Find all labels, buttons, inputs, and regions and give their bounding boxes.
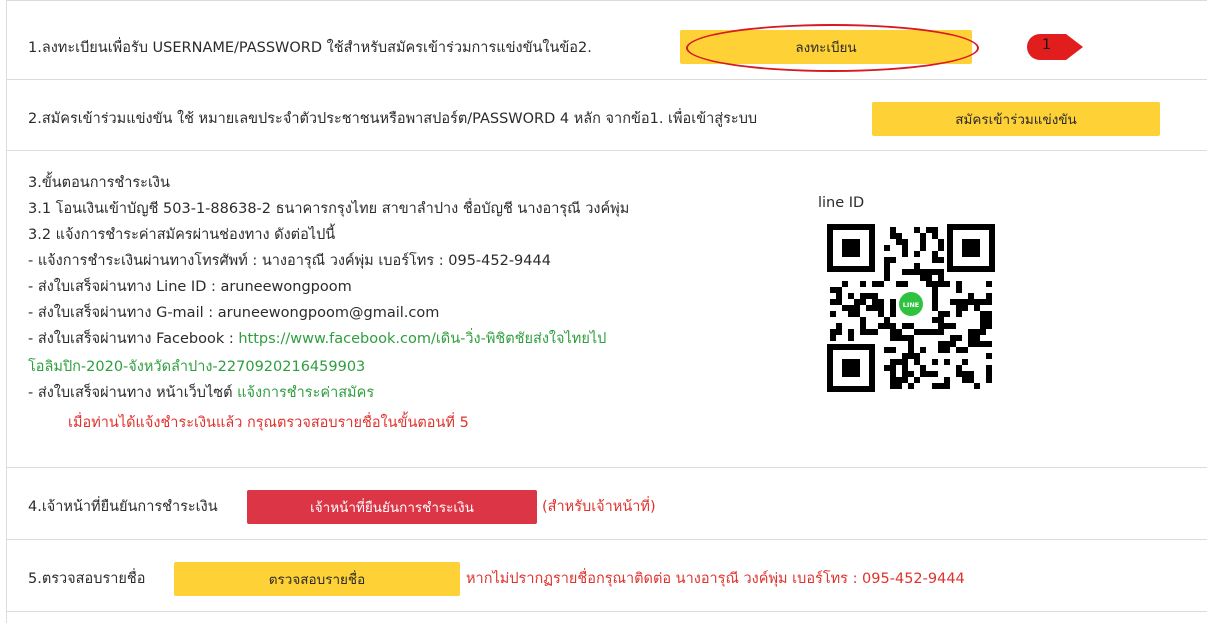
website-row: - ส่งใบเสร็จผ่านทาง หน้าเว็บไซต์ แจ้งการ… (28, 381, 374, 404)
annotation-ellipse (686, 24, 979, 72)
step5-row: 5.ตรวจสอบรายชื่อ ตรวจสอบรายชื่อ หากไม่ปร… (6, 540, 1207, 612)
line-id-text: - ส่งใบเสร็จผ่านทาง Line ID : aruneewong… (28, 279, 352, 295)
contact-note: หากไม่ปรากฏรายชื่อกรุณาติดต่อ นางอารุณี … (466, 571, 965, 587)
bank-account-text: 3.1 โอนเงินเข้าบัญชี 503-1-88638-2 ธนาคา… (28, 201, 630, 217)
facebook-row: - ส่งใบเสร็จผ่านทาง Facebook : https://w… (28, 327, 606, 350)
step2-row: 2.สมัครเข้าร่วมแข่งขัน ใช้ หมายเลขประจำต… (6, 80, 1207, 151)
notify-channels-text: 3.2 แจ้งการชำระค่าสมัครผ่านช่องทาง ดังต่… (28, 227, 336, 243)
step-marker-number: 1 (1042, 37, 1051, 53)
qr-code-image: LINE (820, 217, 1002, 399)
payment-notify-link[interactable]: แจ้งการชำระค่าสมัคร (237, 385, 374, 401)
confirm-payment-button[interactable]: เจ้าหน้าที่ยืนยันการชำระเงิน (247, 490, 537, 524)
payment-title: 3.ขั้นตอนการชำระเงิน (28, 175, 170, 191)
gmail-text: - ส่งใบเสร็จผ่านทาง G-mail : aruneewongp… (28, 305, 440, 321)
line-logo-text: LINE (903, 301, 919, 309)
staff-only-note: (สำหรับเจ้าหน้าที่) (542, 499, 656, 515)
step1-row: 1.ลงทะเบียนเพื่อรับ USERNAME/PASSWORD ใช… (6, 0, 1207, 80)
step-marker-callout: 1 (1026, 33, 1084, 61)
apply-competition-button[interactable]: สมัครเข้าร่วมแข่งขัน (872, 102, 1160, 136)
step2-text: 2.สมัครเข้าร่วมแข่งขัน ใช้ หมายเลขประจำต… (28, 111, 758, 127)
step5-text: 5.ตรวจสอบรายชื่อ (28, 571, 146, 587)
step4-text: 4.เจ้าหน้าที่ยืนยันการชำระเงิน (28, 499, 218, 515)
line-qr-code: LINE (820, 217, 1002, 403)
facebook-link[interactable]: https://www.facebook.com/เดิน-วิ่ง-พิชิต… (238, 331, 606, 347)
check-list-button[interactable]: ตรวจสอบรายชื่อ (174, 562, 460, 596)
facebook-link-continued[interactable]: โอลิมปิก-2020-จังหวัดลำปาง-2270920216459… (28, 355, 365, 378)
step1-text: 1.ลงทะเบียนเพื่อรับ USERNAME/PASSWORD ใช… (28, 40, 592, 56)
step4-row: 4.เจ้าหน้าที่ยืนยันการชำระเงิน เจ้าหน้าท… (6, 468, 1207, 540)
payment-note: เมื่อท่านได้แจ้งชำระเงินแล้ว กรุณตรวจสอบ… (68, 415, 469, 431)
marker-arrow-icon (1027, 34, 1083, 60)
phone-notify-text: - แจ้งการชำระเงินผ่านทางโทรศัพท์ : นางอา… (28, 253, 551, 269)
step3-row: 3.ขั้นตอนการชำระเงิน 3.1 โอนเงินเข้าบัญช… (6, 151, 1207, 468)
website-label: - ส่งใบเสร็จผ่านทาง หน้าเว็บไซต์ (28, 385, 238, 401)
qr-label: line ID (818, 195, 865, 211)
facebook-label: - ส่งใบเสร็จผ่านทาง Facebook : (28, 331, 239, 347)
